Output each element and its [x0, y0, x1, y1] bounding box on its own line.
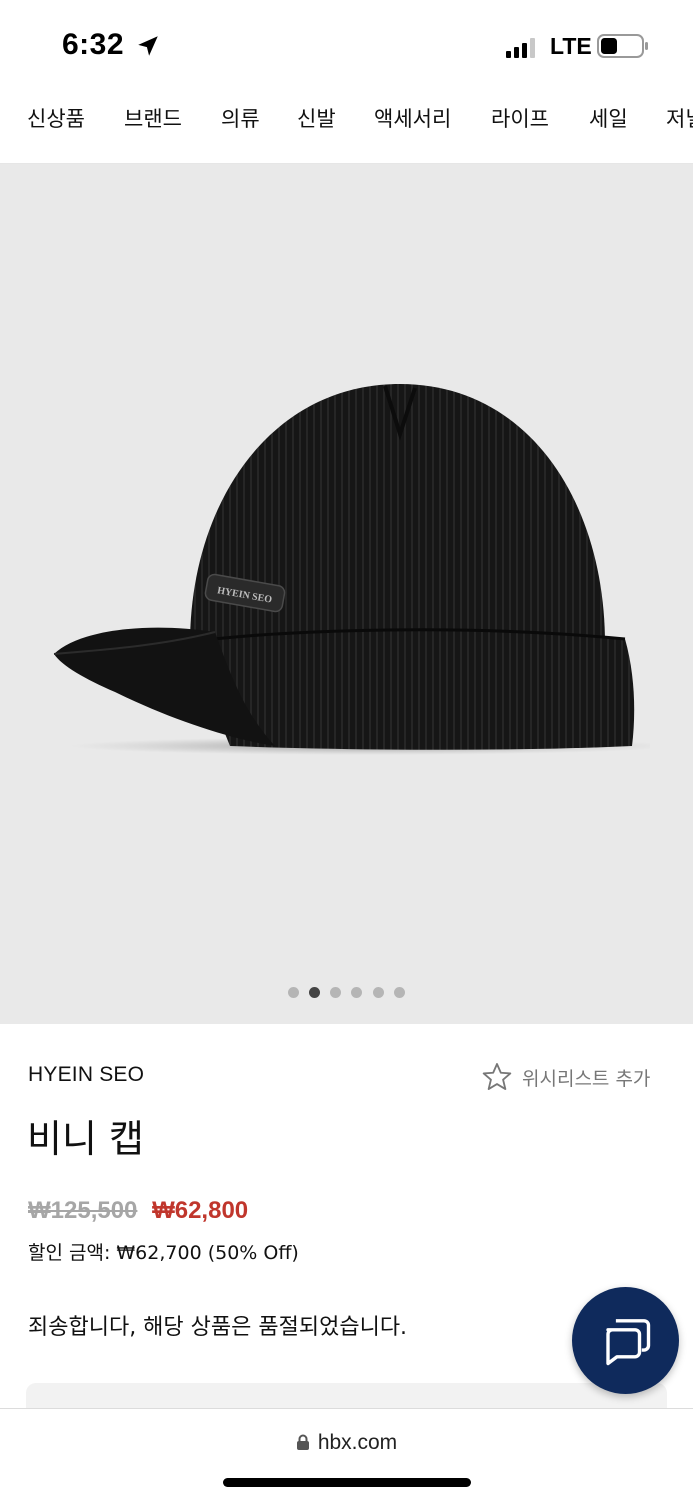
- category-clothing[interactable]: 의류: [221, 103, 260, 133]
- category-sale[interactable]: 세일: [589, 103, 628, 133]
- signal-icon: [506, 38, 535, 58]
- product-image-gallery[interactable]: HYEIN SEO: [0, 164, 693, 1024]
- url-text: hbx.com: [317, 1431, 398, 1454]
- chat-button[interactable]: [572, 1287, 679, 1394]
- discount-amount: 할인 금액: ₩62,700 (50% Off): [28, 1242, 299, 1264]
- wishlist-label: 위시리스트 추가: [522, 1067, 651, 1090]
- carousel-dot[interactable]: [288, 987, 299, 998]
- category-life[interactable]: 라이프: [491, 103, 549, 133]
- clock-time: 6:32: [62, 28, 125, 61]
- category-nav: 신상품 브랜드 의류 신발 액세서리 라이프 세일 저널: [0, 92, 693, 164]
- battery-icon: [597, 34, 648, 58]
- category-shoes[interactable]: 신발: [297, 103, 336, 133]
- carousel-dot[interactable]: [373, 987, 384, 998]
- wishlist-button[interactable]: 위시리스트 추가: [480, 1060, 650, 1094]
- carousel-dot-active[interactable]: [309, 987, 320, 998]
- network-type: LTE: [550, 33, 592, 59]
- url-field[interactable]: hbx.com: [0, 1431, 693, 1455]
- category-accessories[interactable]: 액세서리: [374, 103, 451, 133]
- chat-bubbles-icon: [605, 1318, 650, 1365]
- star-outline-icon: [482, 1063, 512, 1090]
- status-bar: 6:32 LTE: [0, 0, 693, 92]
- price-row: ₩125,500 ₩62,800: [28, 1197, 248, 1225]
- product-brand[interactable]: HYEIN SEO: [28, 1063, 144, 1087]
- carousel-dot[interactable]: [351, 987, 362, 998]
- category-journal[interactable]: 저널: [666, 103, 693, 133]
- carousel-dot[interactable]: [330, 987, 341, 998]
- carousel-dot[interactable]: [394, 987, 405, 998]
- browser-url-bar: hbx.com: [0, 1408, 693, 1500]
- carousel-pagination: [0, 987, 693, 1001]
- product-title: 비니 캡: [27, 1117, 144, 1161]
- lock-icon: [296, 1434, 309, 1450]
- original-price: ₩125,500: [28, 1197, 138, 1224]
- home-indicator[interactable]: [223, 1478, 471, 1487]
- location-arrow-icon: [138, 36, 158, 56]
- category-brands[interactable]: 브랜드: [124, 103, 182, 133]
- category-new-arrivals[interactable]: 신상품: [27, 103, 85, 133]
- soldout-message: 죄송합니다, 해당 상품은 품절되었습니다.: [28, 1315, 408, 1340]
- product-image: HYEIN SEO: [53, 384, 650, 755]
- sale-price: ₩62,800: [152, 1197, 249, 1224]
